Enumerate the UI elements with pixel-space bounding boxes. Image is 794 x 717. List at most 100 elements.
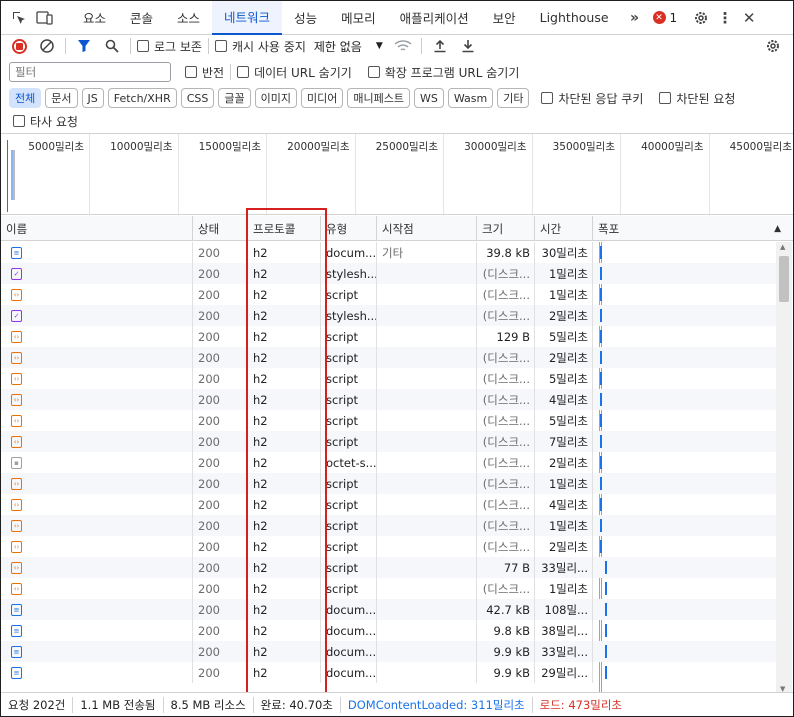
- request-name-cell[interactable]: ‹›: [1, 410, 193, 431]
- type-chip-2[interactable]: JS: [81, 88, 104, 108]
- request-row[interactable]: ‹› 200 h2 script 129 B 5밀리초: [1, 326, 776, 347]
- request-row[interactable]: ▪ 200 h2 octet-s... (디스크... 2밀리초: [1, 452, 776, 473]
- tab-4[interactable]: 성능: [282, 1, 329, 35]
- request-name-cell[interactable]: ▪: [1, 452, 193, 473]
- request-row[interactable]: ‹› 200 h2 script (디스크... 4밀리초: [1, 494, 776, 515]
- checkbox-box[interactable]: [659, 92, 672, 104]
- close-icon[interactable]: ✕: [737, 6, 761, 30]
- more-tabs-icon[interactable]: »: [623, 6, 647, 30]
- scrollbar-thumb[interactable]: [779, 256, 789, 302]
- request-name-cell[interactable]: ‹›: [1, 284, 193, 305]
- type-chip-5[interactable]: 글꼴: [218, 88, 251, 108]
- type-chip-3[interactable]: Fetch/XHR: [107, 88, 177, 108]
- request-name-cell[interactable]: ‹›: [1, 389, 193, 410]
- network-settings-gear-icon[interactable]: [761, 34, 785, 58]
- tab-2[interactable]: 소스: [165, 1, 212, 35]
- request-name-cell[interactable]: ≡: [1, 599, 193, 620]
- type-chip-6[interactable]: 이미지: [254, 88, 297, 108]
- search-icon[interactable]: [100, 34, 124, 58]
- blocked-requests-checkbox[interactable]: 차단된 요청: [659, 90, 735, 107]
- tab-5[interactable]: 메모리: [329, 1, 388, 35]
- request-row[interactable]: ‹› 200 h2 script (디스크... 2밀리초: [1, 536, 776, 557]
- request-row[interactable]: ‹› 200 h2 script (디스크... 2밀리초: [1, 347, 776, 368]
- type-chip-4[interactable]: CSS: [180, 88, 215, 108]
- request-row[interactable]: ≡ 200 h2 docum... 9.8 kB 38밀리...: [1, 620, 776, 641]
- tab-3[interactable]: 네트워크: [212, 1, 283, 35]
- type-chip-10[interactable]: Wasm: [447, 88, 494, 108]
- request-row[interactable]: ‹› 200 h2 script (디스크... 1밀리초: [1, 515, 776, 536]
- checkbox-box[interactable]: [137, 40, 149, 52]
- request-name-cell[interactable]: ‹›: [1, 473, 193, 494]
- network-conditions-wifi-icon[interactable]: [391, 34, 415, 58]
- filter-input[interactable]: [9, 62, 171, 82]
- import-har-upload-icon[interactable]: [428, 34, 452, 58]
- export-har-download-icon[interactable]: [456, 34, 480, 58]
- preserve-log-checkbox[interactable]: 로그 보존: [137, 38, 202, 55]
- third-party-checkbox[interactable]: 타사 요청: [13, 113, 78, 130]
- type-chip-8[interactable]: 매니페스트: [347, 88, 410, 108]
- request-name-cell[interactable]: ≡: [1, 662, 193, 683]
- request-name-cell[interactable]: ‹›: [1, 515, 193, 536]
- request-name-cell[interactable]: ‹›: [1, 494, 193, 515]
- throttling-select[interactable]: 제한 없음 ▼: [314, 38, 383, 55]
- request-row[interactable]: ✓ 200 h2 stylesh... (디스크... 1밀리초: [1, 263, 776, 284]
- column-header-status[interactable]: 상태: [193, 216, 248, 241]
- tab-0[interactable]: 요소: [71, 1, 118, 35]
- type-chip-7[interactable]: 미디어: [301, 88, 344, 108]
- request-name-cell[interactable]: ‹›: [1, 536, 193, 557]
- request-name-cell[interactable]: ‹›: [1, 578, 193, 599]
- column-header-waterfall[interactable]: 폭포 ▲: [593, 216, 793, 241]
- request-name-cell[interactable]: ✓: [1, 263, 193, 284]
- column-header-name[interactable]: 이름: [1, 216, 193, 241]
- type-chip-1[interactable]: 문서: [45, 88, 78, 108]
- request-row[interactable]: ‹› 200 h2 script (디스크... 5밀리초: [1, 410, 776, 431]
- tab-1[interactable]: 콘솔: [118, 1, 165, 35]
- request-row[interactable]: ‹› 200 h2 script (디스크... 1밀리초: [1, 578, 776, 599]
- type-chip-11[interactable]: 기타: [497, 88, 530, 108]
- request-row[interactable]: ‹› 200 h2 script 77 B 33밀리...: [1, 557, 776, 578]
- disable-cache-checkbox[interactable]: 캐시 사용 중지: [214, 38, 306, 55]
- request-row[interactable]: ‹› 200 h2 script (디스크... 1밀리초: [1, 473, 776, 494]
- scroll-up-icon[interactable]: ▲: [780, 243, 785, 251]
- column-header-protocol[interactable]: 프로토콜: [248, 216, 321, 241]
- tab-7[interactable]: 보안: [481, 1, 528, 35]
- error-counter[interactable]: ✕ 1: [652, 11, 677, 25]
- network-overview-timeline[interactable]: 5000밀리초 10000밀리초 15000밀리초 20000밀리초 25000밀리초 3…: [1, 133, 793, 216]
- request-row[interactable]: ≡ 200 h2 docum... 9.9 kB 29밀리...: [1, 662, 776, 683]
- filter-funnel-icon[interactable]: [72, 34, 96, 58]
- more-options-icon[interactable]: ⋮: [713, 6, 737, 30]
- type-chip-9[interactable]: WS: [413, 88, 444, 108]
- checkbox-box[interactable]: [185, 66, 197, 78]
- invert-checkbox[interactable]: 반전: [185, 64, 224, 81]
- request-row[interactable]: ‹› 200 h2 script (디스크... 4밀리초: [1, 389, 776, 410]
- request-row[interactable]: ‹› 200 h2 script (디스크... 5밀리초: [1, 368, 776, 389]
- hide-data-urls-checkbox[interactable]: 데이터 URL 숨기기: [237, 64, 352, 81]
- request-row[interactable]: ≡ 200 h2 docum... 기타 39.8 kB 30밀리초: [1, 242, 776, 263]
- blocked-response-cookies-checkbox[interactable]: 차단된 응답 쿠키: [541, 90, 643, 107]
- request-row[interactable]: ‹› 200 h2 script (디스크... 7밀리초: [1, 431, 776, 452]
- column-header-size[interactable]: 크기: [477, 216, 535, 241]
- record-stop-icon[interactable]: [7, 34, 31, 58]
- request-name-cell[interactable]: ‹›: [1, 368, 193, 389]
- request-name-cell[interactable]: ✓: [1, 305, 193, 326]
- checkbox-box[interactable]: [214, 40, 227, 52]
- request-name-cell[interactable]: ≡: [1, 641, 193, 662]
- table-scrollbar[interactable]: ▲ ▼: [776, 242, 792, 694]
- checkbox-box[interactable]: [367, 66, 380, 78]
- request-name-cell[interactable]: ≡: [1, 242, 193, 263]
- checkbox-box[interactable]: [13, 115, 25, 127]
- checkbox-box[interactable]: [541, 92, 554, 104]
- request-row[interactable]: ✓ 200 h2 stylesh... (디스크... 2밀리초: [1, 305, 776, 326]
- clear-icon[interactable]: [35, 34, 59, 58]
- request-row[interactable]: ≡ 200 h2 docum... 9.9 kB 33밀리...: [1, 641, 776, 662]
- request-name-cell[interactable]: ‹›: [1, 431, 193, 452]
- request-name-cell[interactable]: ‹›: [1, 557, 193, 578]
- column-header-type[interactable]: 유형: [321, 216, 377, 241]
- tab-8[interactable]: Lighthouse: [528, 1, 621, 35]
- request-row[interactable]: ≡ 200 h2 docum... 42.7 kB 108밀...: [1, 599, 776, 620]
- checkbox-box[interactable]: [237, 66, 250, 78]
- request-row[interactable]: ‹› 200 h2 script (디스크... 1밀리초: [1, 284, 776, 305]
- tab-6[interactable]: 애플리케이션: [388, 1, 481, 35]
- column-header-time[interactable]: 시간: [535, 216, 593, 241]
- column-header-initiator[interactable]: 시작점: [377, 216, 477, 241]
